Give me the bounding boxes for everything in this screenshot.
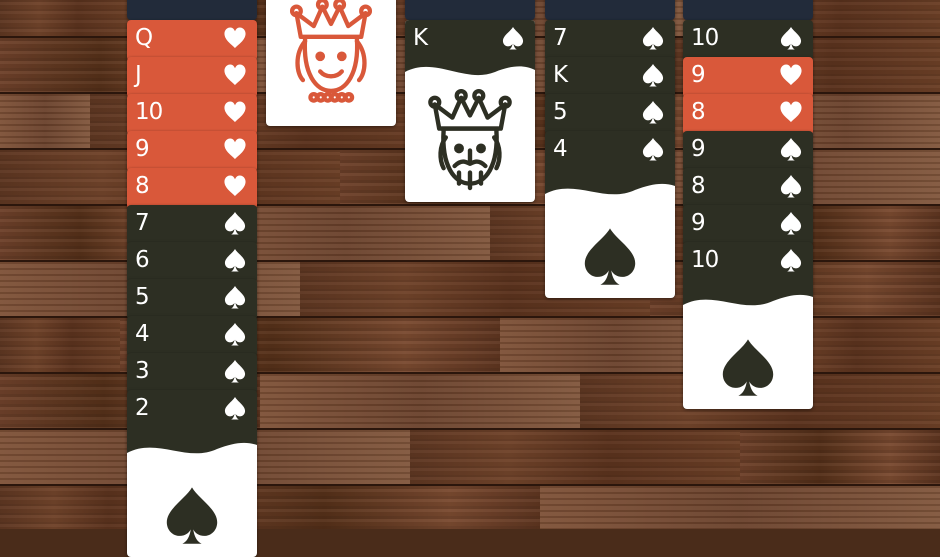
playing-card[interactable]: 4 bbox=[127, 316, 257, 357]
playing-card[interactable]: 3 bbox=[127, 353, 257, 394]
face-down-card bbox=[683, 0, 813, 20]
card-rank: 2 bbox=[135, 395, 150, 421]
spade-icon bbox=[780, 174, 802, 198]
playing-card[interactable]: 9 bbox=[683, 205, 813, 246]
heart-icon bbox=[224, 175, 246, 197]
spade-icon bbox=[780, 26, 802, 50]
playing-card[interactable]: K bbox=[405, 20, 535, 202]
playing-card[interactable]: 5 bbox=[545, 94, 675, 135]
card-rank: K bbox=[553, 62, 568, 88]
playing-card[interactable]: Q bbox=[127, 20, 257, 61]
heart-icon bbox=[224, 64, 246, 86]
playing-card[interactable]: J bbox=[127, 57, 257, 98]
heart-icon bbox=[780, 101, 802, 123]
card-rank: 9 bbox=[691, 62, 706, 88]
card-wave bbox=[405, 66, 535, 90]
heart-icon bbox=[224, 138, 246, 160]
queen-face-icon bbox=[289, 0, 373, 103]
card-rank: 8 bbox=[691, 173, 706, 199]
card-rank: 4 bbox=[553, 136, 568, 162]
spade-icon bbox=[224, 211, 246, 235]
card-rank: 5 bbox=[135, 284, 150, 310]
playing-card[interactable]: 10 bbox=[683, 20, 813, 61]
playing-card[interactable]: K bbox=[545, 57, 675, 98]
card-rank: 9 bbox=[691, 210, 706, 236]
playing-card[interactable]: 8 bbox=[127, 168, 257, 209]
king-face-icon bbox=[428, 89, 512, 191]
large-spade-icon bbox=[584, 228, 636, 285]
spade-icon bbox=[224, 248, 246, 272]
spade-icon bbox=[502, 26, 524, 50]
spade-icon bbox=[780, 137, 802, 161]
spade-icon bbox=[224, 359, 246, 383]
playing-card[interactable] bbox=[266, 0, 396, 126]
card-rank: 8 bbox=[691, 99, 706, 125]
playing-card[interactable]: 2 bbox=[127, 390, 257, 557]
card-rank: 10 bbox=[691, 247, 719, 273]
playing-card[interactable]: 10 bbox=[127, 94, 257, 135]
card-rank: Q bbox=[135, 25, 153, 51]
spade-icon bbox=[780, 248, 802, 272]
playing-card[interactable]: 7 bbox=[127, 205, 257, 246]
playing-card[interactable]: 5 bbox=[127, 279, 257, 320]
playing-card[interactable]: 4 bbox=[545, 131, 675, 298]
card-rank: 5 bbox=[553, 99, 568, 125]
heart-icon bbox=[224, 27, 246, 49]
card-rank: 8 bbox=[135, 173, 150, 199]
heart-icon bbox=[780, 64, 802, 86]
face-down-card bbox=[405, 0, 535, 20]
large-spade-icon bbox=[166, 487, 218, 544]
spade-icon bbox=[224, 322, 246, 346]
spade-icon bbox=[780, 211, 802, 235]
playing-card[interactable]: 8 bbox=[683, 94, 813, 135]
playing-card[interactable]: 9 bbox=[127, 131, 257, 172]
playing-card[interactable]: 6 bbox=[127, 242, 257, 283]
card-rank: J bbox=[135, 62, 142, 88]
card-rank: 4 bbox=[135, 321, 150, 347]
spade-icon bbox=[642, 63, 664, 87]
playing-card[interactable]: 9 bbox=[683, 57, 813, 98]
spade-icon bbox=[224, 285, 246, 309]
heart-icon bbox=[224, 101, 246, 123]
card-rank: 9 bbox=[135, 136, 150, 162]
playing-card[interactable]: 8 bbox=[683, 168, 813, 209]
playing-card[interactable]: 9 bbox=[683, 131, 813, 172]
spade-icon bbox=[642, 26, 664, 50]
playing-card[interactable]: 7 bbox=[545, 20, 675, 61]
card-rank: 10 bbox=[691, 25, 719, 51]
card-rank: 10 bbox=[135, 99, 163, 125]
playing-card[interactable]: 10 bbox=[683, 242, 813, 409]
card-rank: 3 bbox=[135, 358, 150, 384]
card-rank: 7 bbox=[135, 210, 150, 236]
card-rank: 6 bbox=[135, 247, 150, 273]
card-rank: K bbox=[413, 25, 428, 51]
large-spade-icon bbox=[722, 339, 774, 396]
face-down-card bbox=[127, 0, 257, 20]
spade-icon bbox=[224, 396, 246, 420]
spade-icon bbox=[642, 100, 664, 124]
card-rank: 7 bbox=[553, 25, 568, 51]
spade-icon bbox=[642, 137, 664, 161]
card-rank: 9 bbox=[691, 136, 706, 162]
face-down-card bbox=[545, 0, 675, 20]
